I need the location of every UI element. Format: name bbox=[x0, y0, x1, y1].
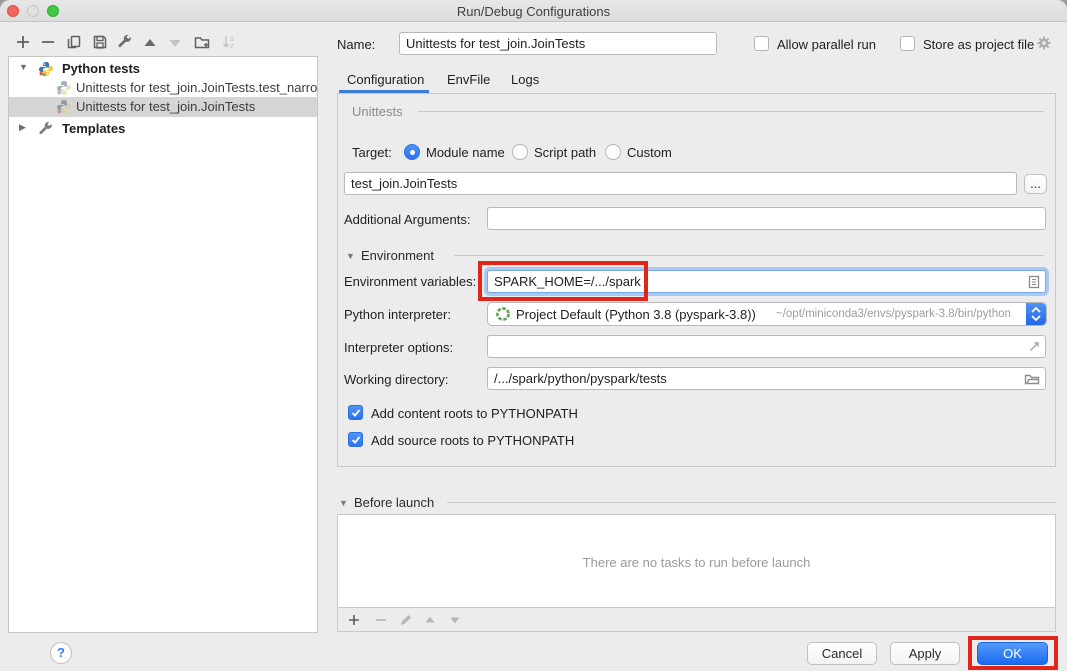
conda-env-icon bbox=[495, 306, 511, 322]
templates-wrench-icon bbox=[38, 121, 54, 137]
remove-configuration-icon[interactable] bbox=[40, 34, 56, 50]
working-directory-input[interactable] bbox=[487, 367, 1046, 390]
tab-logs[interactable]: Logs bbox=[511, 72, 539, 87]
add-configuration-icon[interactable] bbox=[15, 34, 31, 50]
target-script-path-label: Script path bbox=[534, 145, 596, 160]
tree-item-label: Unittests for test_join.JoinTests.test_n… bbox=[76, 80, 317, 95]
svg-text:a: a bbox=[230, 36, 234, 43]
add-source-roots-checkbox[interactable] bbox=[348, 432, 363, 447]
interpreter-options-label: Interpreter options: bbox=[344, 340, 453, 355]
ok-button[interactable]: OK bbox=[977, 642, 1048, 665]
name-input[interactable] bbox=[399, 32, 717, 55]
configurations-tree: ▼ Python tests Unittests for test_join.J… bbox=[8, 56, 318, 633]
window-title: Run/Debug Configurations bbox=[0, 4, 1067, 19]
group-divider bbox=[418, 111, 1044, 112]
python-tests-icon bbox=[38, 61, 54, 77]
move-task-up-icon bbox=[423, 613, 437, 627]
remove-task-icon bbox=[374, 613, 388, 627]
copy-configuration-icon[interactable] bbox=[66, 34, 82, 50]
tree-item-label: Python tests bbox=[62, 61, 140, 76]
tree-item-label: Unittests for test_join.JoinTests bbox=[76, 99, 255, 114]
tree-item-label: Templates bbox=[62, 121, 125, 136]
add-content-roots-checkbox[interactable] bbox=[348, 405, 363, 420]
gear-icon[interactable] bbox=[1036, 35, 1052, 51]
move-down-icon bbox=[167, 35, 183, 51]
interpreter-value: Project Default (Python 3.8 (pyspark-3.8… bbox=[516, 307, 756, 322]
module-name-input[interactable] bbox=[344, 172, 1017, 195]
unittests-group-title: Unittests bbox=[352, 104, 403, 119]
move-up-icon[interactable] bbox=[142, 35, 158, 51]
interpreter-options-input[interactable] bbox=[487, 335, 1046, 358]
add-task-icon[interactable] bbox=[347, 613, 361, 627]
additional-arguments-input[interactable] bbox=[487, 207, 1046, 230]
tab-configuration[interactable]: Configuration bbox=[347, 72, 424, 87]
working-directory-label: Working directory: bbox=[344, 372, 449, 387]
cancel-button[interactable]: Cancel bbox=[807, 642, 877, 665]
chevron-right-icon[interactable]: ▶ bbox=[19, 122, 26, 133]
python-interpreter-label: Python interpreter: bbox=[344, 307, 451, 322]
target-module-name-label: Module name bbox=[426, 145, 505, 160]
expand-field-icon[interactable] bbox=[1026, 339, 1042, 355]
environment-collapse-icon[interactable]: ▼ bbox=[346, 251, 355, 261]
run-debug-configurations-dialog: Run/Debug Configurations az ▼ Python tes… bbox=[0, 0, 1067, 671]
before-launch-collapse-icon[interactable]: ▼ bbox=[339, 498, 348, 508]
environment-section-title: Environment bbox=[361, 248, 434, 263]
check-icon bbox=[350, 434, 362, 446]
title-bar: Run/Debug Configurations bbox=[0, 0, 1067, 22]
store-as-project-file-checkbox[interactable] bbox=[900, 36, 915, 51]
before-launch-task-list: There are no tasks to run before launch bbox=[337, 514, 1056, 608]
configuration-panel: Unittests Target: Module name Script pat… bbox=[337, 93, 1056, 467]
check-icon bbox=[350, 407, 362, 419]
environment-variables-input[interactable] bbox=[487, 270, 1046, 293]
target-script-path-radio[interactable] bbox=[512, 144, 528, 160]
python-test-config-icon bbox=[56, 99, 72, 115]
move-task-down-icon bbox=[448, 613, 462, 627]
python-test-config-icon bbox=[56, 80, 72, 96]
name-label: Name: bbox=[337, 37, 375, 52]
select-stepper[interactable] bbox=[1026, 303, 1046, 325]
allow-parallel-run-label: Allow parallel run bbox=[777, 37, 876, 52]
save-configuration-icon[interactable] bbox=[92, 34, 108, 50]
apply-button[interactable]: Apply bbox=[890, 642, 960, 665]
tree-item-templates[interactable]: ▶ Templates bbox=[9, 119, 317, 139]
before-launch-toolbar bbox=[337, 608, 1056, 632]
target-module-name-radio[interactable] bbox=[404, 144, 420, 160]
tree-item-test-narrow[interactable]: Unittests for test_join.JoinTests.test_n… bbox=[9, 78, 317, 98]
help-button[interactable]: ? bbox=[50, 642, 72, 664]
additional-arguments-label: Additional Arguments: bbox=[344, 212, 470, 227]
create-folder-icon[interactable] bbox=[194, 34, 210, 50]
sort-configurations-icon: az bbox=[221, 34, 237, 50]
chevron-down-icon[interactable]: ▼ bbox=[19, 62, 28, 72]
empty-tasks-message: There are no tasks to run before launch bbox=[338, 555, 1055, 570]
edit-task-icon bbox=[399, 613, 413, 627]
target-custom-radio[interactable] bbox=[605, 144, 621, 160]
svg-text:z: z bbox=[230, 43, 234, 50]
browse-module-button[interactable]: ... bbox=[1024, 174, 1047, 194]
before-launch-title: Before launch bbox=[354, 495, 434, 510]
tab-envfile[interactable]: EnvFile bbox=[447, 72, 490, 87]
environment-variables-label: Environment variables: bbox=[344, 274, 476, 289]
store-as-project-file-label: Store as project file bbox=[923, 37, 1034, 52]
folder-icon[interactable] bbox=[1024, 371, 1040, 387]
allow-parallel-run-checkbox[interactable] bbox=[754, 36, 769, 51]
stepper-chevrons-icon bbox=[1026, 303, 1046, 325]
add-content-roots-label: Add content roots to PYTHONPATH bbox=[371, 406, 578, 421]
section-divider bbox=[447, 502, 1056, 503]
target-custom-label: Custom bbox=[627, 145, 672, 160]
interpreter-path: ~/opt/miniconda3/envs/pyspark-3.8/bin/py… bbox=[776, 308, 1011, 320]
edit-templates-icon[interactable] bbox=[117, 34, 133, 50]
section-divider bbox=[454, 255, 1044, 256]
target-label: Target: bbox=[352, 145, 392, 160]
python-interpreter-select[interactable]: Project Default (Python 3.8 (pyspark-3.8… bbox=[487, 302, 1047, 326]
tree-item-jointests-selected[interactable]: Unittests for test_join.JoinTests bbox=[9, 97, 317, 117]
add-source-roots-label: Add source roots to PYTHONPATH bbox=[371, 433, 574, 448]
tree-item-python-tests[interactable]: ▼ Python tests bbox=[9, 59, 317, 79]
edit-env-vars-icon[interactable] bbox=[1026, 274, 1042, 290]
